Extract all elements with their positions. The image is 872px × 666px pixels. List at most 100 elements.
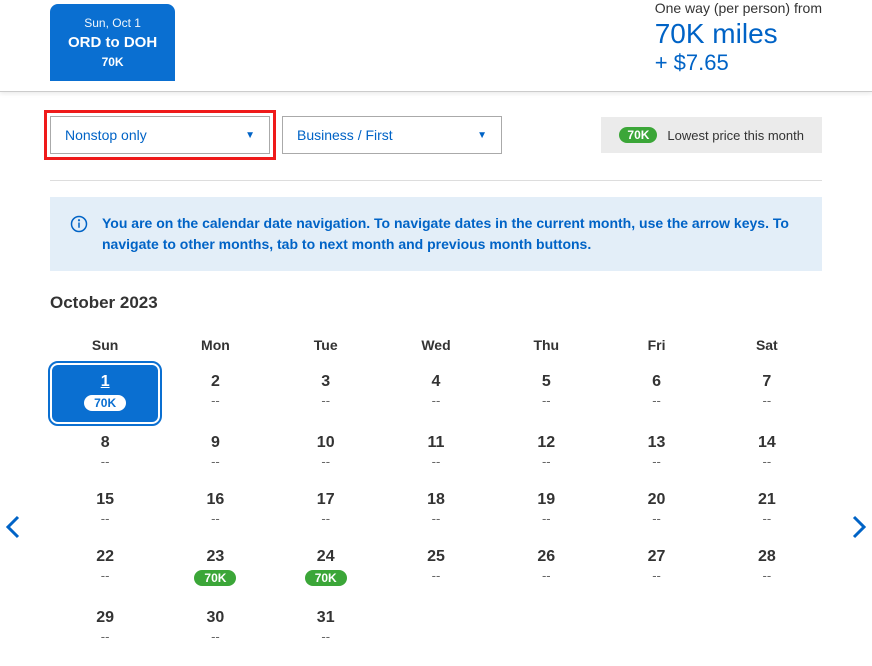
summary-miles: 70K miles <box>655 18 822 50</box>
day-number: 22 <box>50 548 160 566</box>
header: Sun, Oct 1 ORD to DOH 70K One way (per p… <box>0 0 872 92</box>
day-number: 20 <box>601 491 711 509</box>
day-price-pill: 70K <box>305 570 347 586</box>
lowest-price-indicator: 70K Lowest price this month <box>601 117 822 153</box>
day-price: -- <box>712 393 822 408</box>
summary-label: One way (per person) from <box>655 0 822 16</box>
calendar-day[interactable]: 19 -- <box>491 481 601 538</box>
day-number: 31 <box>271 609 381 627</box>
summary-dollars: + $7.65 <box>655 50 822 76</box>
day-number: 18 <box>381 491 491 509</box>
day-price: -- <box>491 454 601 469</box>
calendar-day[interactable]: 14 -- <box>712 424 822 481</box>
calendar-weekday: Tue <box>271 327 381 363</box>
day-price: -- <box>381 511 491 526</box>
day-price: -- <box>271 454 381 469</box>
calendar-day[interactable]: 2 -- <box>160 363 270 424</box>
day-price: -- <box>50 454 160 469</box>
stops-value: Nonstop only <box>65 127 147 143</box>
day-price: -- <box>160 393 270 408</box>
day-number: 29 <box>50 609 160 627</box>
calendar-day[interactable]: 2470K <box>271 538 381 599</box>
calendar-day[interactable]: 25 -- <box>381 538 491 599</box>
calendar-weekday: Sun <box>50 327 160 363</box>
day-price: -- <box>491 393 601 408</box>
day-price: -- <box>381 454 491 469</box>
calendar-day[interactable]: 22 -- <box>50 538 160 599</box>
day-price: -- <box>601 511 711 526</box>
day-number: 27 <box>601 548 711 566</box>
day-number: 23 <box>160 548 270 566</box>
day-number: 11 <box>381 434 491 452</box>
calendar-day[interactable]: 7 -- <box>712 363 822 424</box>
calendar-day[interactable]: 21-- <box>712 481 822 538</box>
day-number: 12 <box>491 434 601 452</box>
day-number: 28 <box>712 548 822 566</box>
day-number: 17 <box>271 491 381 509</box>
chevron-down-icon: ▼ <box>477 130 487 141</box>
calendar-day[interactable]: 15-- <box>50 481 160 538</box>
cabin-value: Business / First <box>297 127 393 143</box>
calendar-day[interactable]: 12 -- <box>491 424 601 481</box>
day-price: -- <box>712 454 822 469</box>
calendar-day[interactable]: 10 -- <box>271 424 381 481</box>
day-number: 16 <box>160 491 270 509</box>
calendar-day[interactable]: 31-- <box>271 599 381 656</box>
calendar-day[interactable]: 26 -- <box>491 538 601 599</box>
day-price: -- <box>381 568 491 583</box>
day-number: 9 <box>160 434 270 452</box>
day-price: -- <box>601 454 711 469</box>
tab-date: Sun, Oct 1 <box>68 16 157 30</box>
day-number: 4 <box>381 373 491 391</box>
day-price: -- <box>712 568 822 583</box>
day-number: 15 <box>50 491 160 509</box>
day-price: -- <box>601 393 711 408</box>
cabin-dropdown[interactable]: Business / First ▼ <box>282 116 502 154</box>
prev-month-button[interactable] <box>4 513 22 548</box>
day-number: 7 <box>712 373 822 391</box>
day-number: 25 <box>381 548 491 566</box>
calendar-day[interactable]: 3-- <box>271 363 381 424</box>
day-price: -- <box>601 568 711 583</box>
tab-price: 70K <box>68 55 157 69</box>
day-price: -- <box>491 568 601 583</box>
calendar-day[interactable]: 5-- <box>491 363 601 424</box>
calendar-day[interactable]: 2370K <box>160 538 270 599</box>
calendar-day[interactable]: 13-- <box>601 424 711 481</box>
calendar-day[interactable]: 28 -- <box>712 538 822 599</box>
day-price: -- <box>50 568 160 583</box>
selected-date-tab[interactable]: Sun, Oct 1 ORD to DOH 70K <box>50 4 175 81</box>
day-price: -- <box>491 511 601 526</box>
day-price: -- <box>50 629 160 644</box>
calendar-day[interactable]: 11 -- <box>381 424 491 481</box>
calendar-day[interactable]: 170K <box>52 365 158 422</box>
day-price: -- <box>160 629 270 644</box>
calendar-weekday: Wed <box>381 327 491 363</box>
day-price: -- <box>160 511 270 526</box>
calendar-day[interactable]: 27 -- <box>601 538 711 599</box>
tab-route: ORD to DOH <box>68 34 157 51</box>
calendar-day[interactable]: 6-- <box>601 363 711 424</box>
day-price: -- <box>712 511 822 526</box>
day-number: 19 <box>491 491 601 509</box>
day-number: 26 <box>491 548 601 566</box>
next-month-button[interactable] <box>850 513 868 548</box>
calendar-day[interactable]: 9-- <box>160 424 270 481</box>
calendar-day[interactable]: 4-- <box>381 363 491 424</box>
calendar-weekday: Fri <box>601 327 711 363</box>
calendar-weekday: Sat <box>712 327 822 363</box>
calendar-day[interactable]: 17-- <box>271 481 381 538</box>
day-number: 2 <box>160 373 270 391</box>
info-text: You are on the calendar date navigation.… <box>102 213 802 255</box>
calendar-day[interactable]: 18 -- <box>381 481 491 538</box>
calendar-day[interactable]: 30-- <box>160 599 270 656</box>
day-number: 14 <box>712 434 822 452</box>
calendar-day[interactable]: 8-- <box>50 424 160 481</box>
month-title: October 2023 <box>50 293 822 313</box>
lowest-price-label: Lowest price this month <box>667 128 804 143</box>
calendar-day[interactable]: 29 -- <box>50 599 160 656</box>
calendar-day[interactable]: 20 -- <box>601 481 711 538</box>
day-number: 10 <box>271 434 381 452</box>
stops-dropdown[interactable]: Nonstop only ▼ <box>50 116 270 154</box>
calendar-day[interactable]: 16 -- <box>160 481 270 538</box>
